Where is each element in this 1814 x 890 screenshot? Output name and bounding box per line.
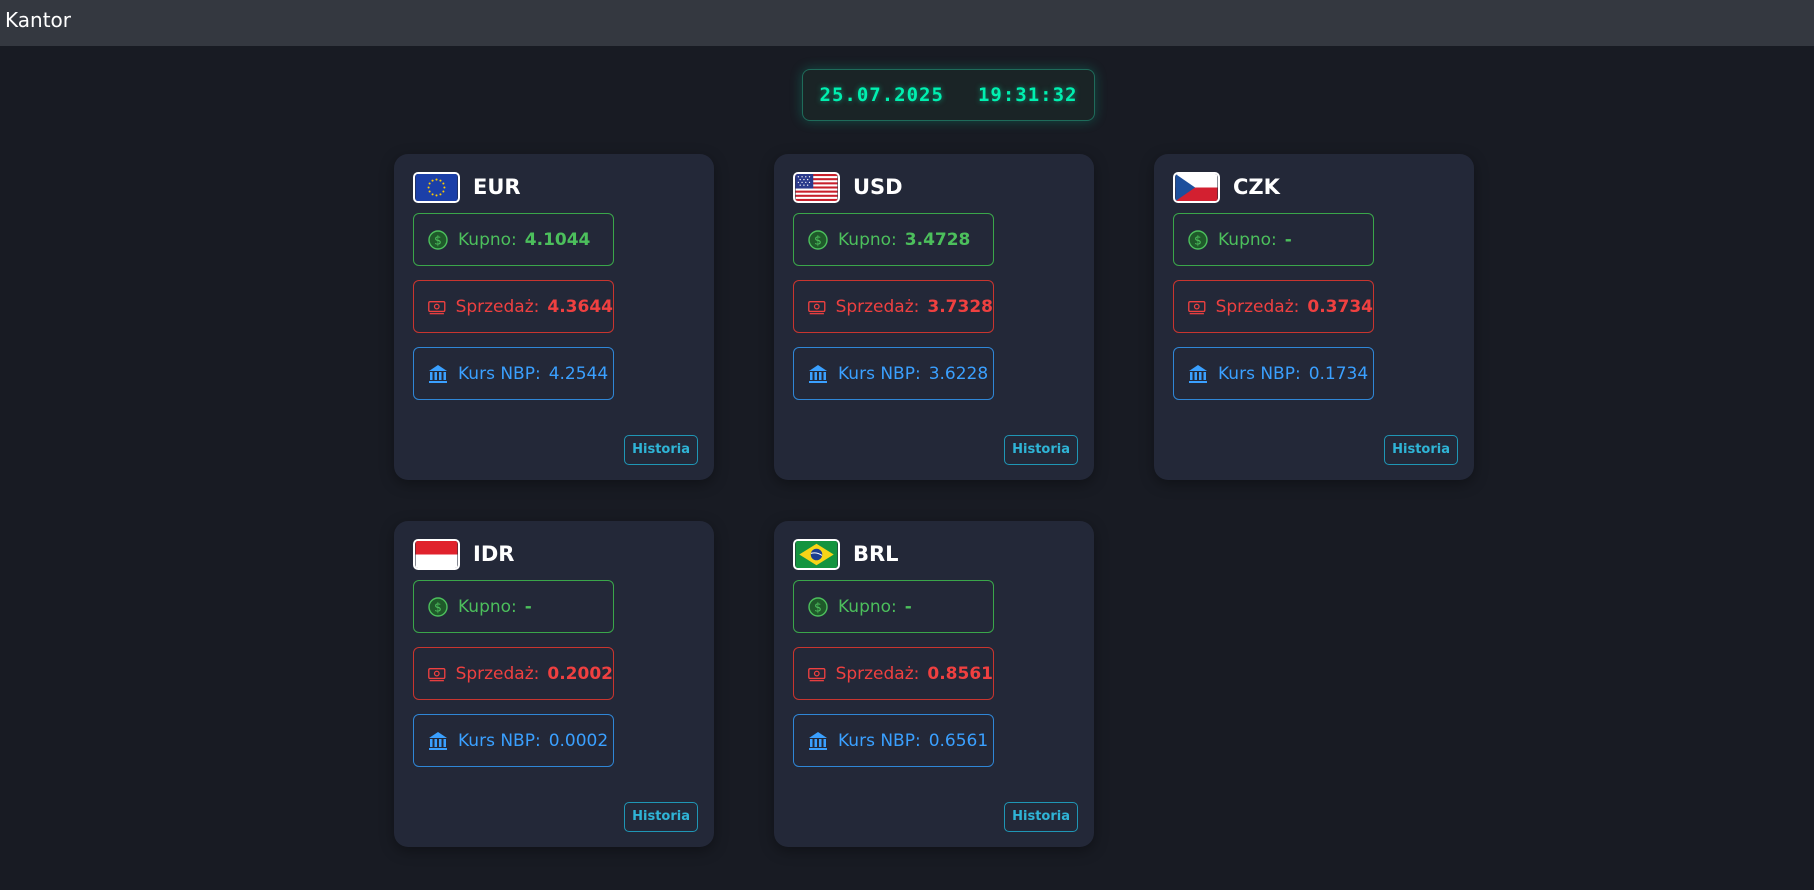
sell-label: Sprzedaż: <box>835 663 920 684</box>
buy-rate: $ Kupno: 4.1044 <box>413 213 614 266</box>
nbp-rate: Kurs NBP: 4.2544 <box>413 347 614 400</box>
cash-icon <box>428 667 446 681</box>
sell-rate: Sprzedaż: 0.2002 <box>413 647 614 700</box>
cash-icon <box>808 667 826 681</box>
bank-icon <box>429 364 447 383</box>
nbp-rate: Kurs NBP: 0.6561 <box>793 714 994 767</box>
nbp-value: 0.6561 <box>928 730 989 751</box>
currency-card-idr: IDR $ Kupno: - Sprzedaż: 0.2002 Kurs NBP… <box>394 521 714 847</box>
app-header: Kantor <box>0 0 1814 46</box>
buy-rate: $ Kupno: - <box>1173 213 1374 266</box>
sell-rate: Sprzedaż: 0.8561 <box>793 647 994 700</box>
svg-text:$: $ <box>434 600 442 614</box>
eu-flag-icon <box>413 171 460 203</box>
sell-value: 3.7328 <box>927 296 993 317</box>
nbp-value: 3.6228 <box>928 363 989 384</box>
svg-text:$: $ <box>814 600 822 614</box>
svg-text:$: $ <box>434 233 442 247</box>
nbp-value: 0.1734 <box>1308 363 1369 384</box>
nbp-label: Kurs NBP: <box>458 730 541 751</box>
card-header: EUR <box>413 171 521 203</box>
cz-flag-icon <box>1173 171 1220 203</box>
history-button[interactable]: Historia <box>1004 435 1078 465</box>
buy-rate: $ Kupno: 3.4728 <box>793 213 994 266</box>
sell-value: 0.8561 <box>927 663 993 684</box>
current-time: 19:31:32 <box>977 84 1078 106</box>
buy-rate: $ Kupno: - <box>413 580 614 633</box>
dollar-coin-icon: $ <box>428 229 448 250</box>
app-title: Kantor <box>5 8 71 32</box>
bank-icon <box>429 731 447 750</box>
buy-label: Kupno: <box>1218 229 1277 250</box>
us-flag-icon <box>793 171 840 203</box>
nbp-rate: Kurs NBP: 0.0002 <box>413 714 614 767</box>
currency-code: CZK <box>1233 175 1280 199</box>
currency-card-usd: USD $ Kupno: 3.4728 Sprzedaż: 3.7328 Kur… <box>774 154 1094 480</box>
buy-value: 3.4728 <box>904 229 971 250</box>
nbp-value: 4.2544 <box>548 363 609 384</box>
sell-rate: Sprzedaż: 4.3644 <box>413 280 614 333</box>
nbp-label: Kurs NBP: <box>838 363 921 384</box>
nbp-rate: Kurs NBP: 3.6228 <box>793 347 994 400</box>
currency-card-eur: EUR $ Kupno: 4.1044 Sprzedaż: 4.3644 Kur… <box>394 154 714 480</box>
history-button[interactable]: Historia <box>1004 802 1078 832</box>
sell-rate: Sprzedaż: 3.7328 <box>793 280 994 333</box>
card-header: USD <box>793 171 903 203</box>
nbp-value: 0.0002 <box>548 730 609 751</box>
nbp-label: Kurs NBP: <box>838 730 921 751</box>
buy-value: 4.1044 <box>524 229 591 250</box>
id-flag-icon <box>413 538 460 570</box>
dollar-coin-icon: $ <box>428 596 448 617</box>
buy-value: - <box>524 596 532 617</box>
card-header: BRL <box>793 538 899 570</box>
nbp-label: Kurs NBP: <box>458 363 541 384</box>
cash-icon <box>428 300 446 314</box>
currency-code: USD <box>853 175 903 199</box>
sell-label: Sprzedaż: <box>835 296 920 317</box>
history-button[interactable]: Historia <box>624 435 698 465</box>
nbp-label: Kurs NBP: <box>1218 363 1301 384</box>
buy-value: - <box>904 596 912 617</box>
sell-label: Sprzedaż: <box>455 663 540 684</box>
card-header: IDR <box>413 538 514 570</box>
currency-code: EUR <box>473 175 521 199</box>
cash-icon <box>1188 300 1206 314</box>
svg-text:$: $ <box>814 233 822 247</box>
br-flag-icon <box>793 538 840 570</box>
card-header: CZK <box>1173 171 1280 203</box>
currency-code: IDR <box>473 542 515 566</box>
buy-value: - <box>1284 229 1292 250</box>
dollar-coin-icon: $ <box>808 596 828 617</box>
nbp-rate: Kurs NBP: 0.1734 <box>1173 347 1374 400</box>
bank-icon <box>1189 364 1207 383</box>
history-button[interactable]: Historia <box>1384 435 1458 465</box>
sell-value: 0.3734 <box>1307 296 1373 317</box>
buy-rate: $ Kupno: - <box>793 580 994 633</box>
current-date: 25.07.2025 <box>819 84 944 106</box>
currency-card-brl: BRL $ Kupno: - Sprzedaż: 0.8561 Kurs NBP… <box>774 521 1094 847</box>
sell-label: Sprzedaż: <box>1215 296 1300 317</box>
sell-label: Sprzedaż: <box>455 296 540 317</box>
dollar-coin-icon: $ <box>1188 229 1208 250</box>
buy-label: Kupno: <box>838 596 897 617</box>
buy-label: Kupno: <box>458 229 517 250</box>
bank-icon <box>809 364 827 383</box>
history-button[interactable]: Historia <box>624 802 698 832</box>
cash-icon <box>808 300 826 314</box>
dollar-coin-icon: $ <box>808 229 828 250</box>
sell-value: 4.3644 <box>547 296 613 317</box>
currency-code: BRL <box>853 542 899 566</box>
sell-rate: Sprzedaż: 0.3734 <box>1173 280 1374 333</box>
buy-label: Kupno: <box>838 229 897 250</box>
sell-value: 0.2002 <box>547 663 613 684</box>
bank-icon <box>809 731 827 750</box>
date-time-display: 25.07.2025 19:31:32 <box>802 69 1095 121</box>
buy-label: Kupno: <box>458 596 517 617</box>
svg-text:$: $ <box>1194 233 1202 247</box>
currency-card-czk: CZK $ Kupno: - Sprzedaż: 0.3734 Kurs NBP… <box>1154 154 1474 480</box>
